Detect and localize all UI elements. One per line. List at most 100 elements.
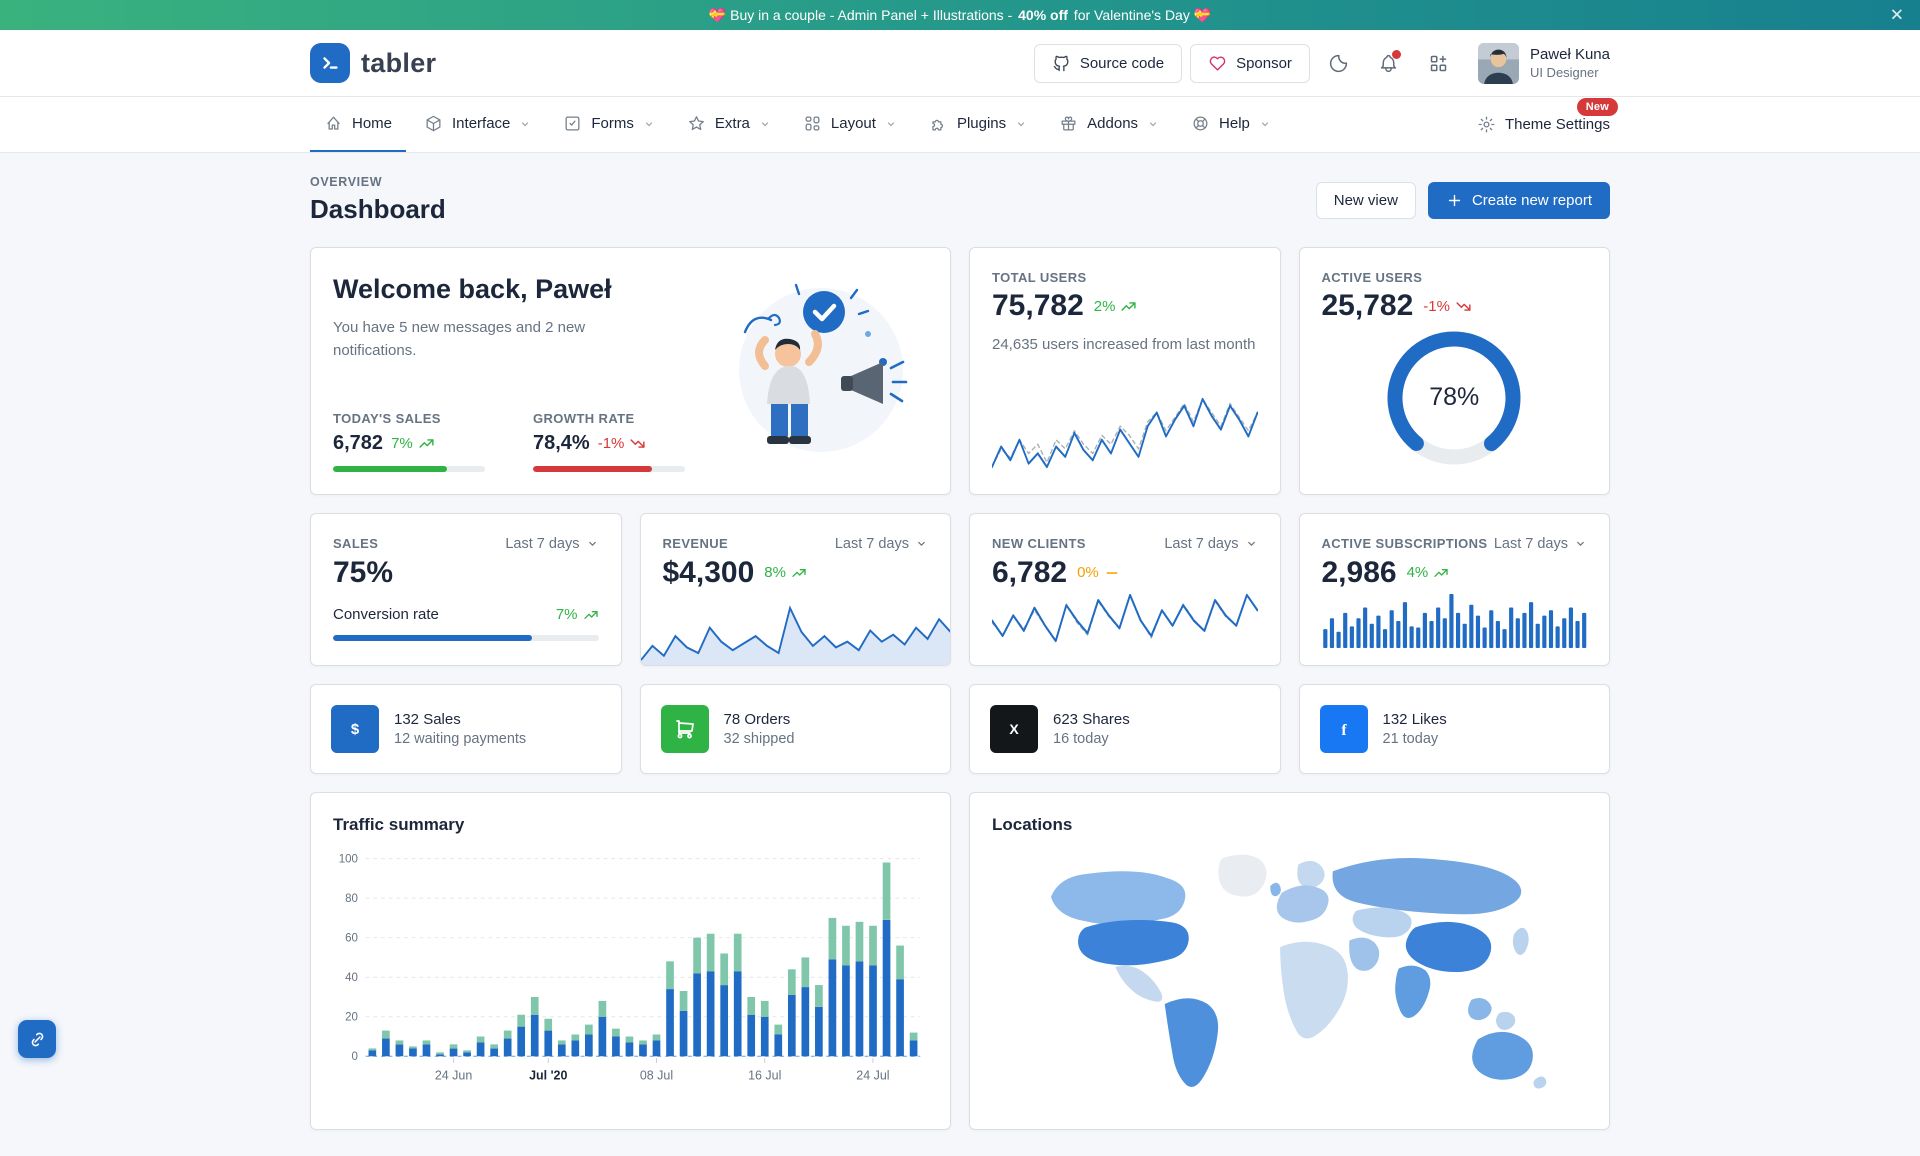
page-content: OVERVIEW Dashboard New view Create new r… xyxy=(286,175,1634,1156)
top-header: tabler Source code Sponsor xyxy=(0,30,1920,97)
trending-up-icon xyxy=(791,565,807,581)
heart-icon xyxy=(1208,54,1227,73)
tabler-logo[interactable]: tabler xyxy=(310,43,436,83)
chevron-down-icon xyxy=(1574,537,1587,550)
user-menu[interactable]: Paweł Kuna UI Designer xyxy=(1478,43,1610,84)
nav-item-forms[interactable]: Forms xyxy=(549,97,669,152)
moon-icon xyxy=(1328,53,1349,74)
new-clients-period-dropdown[interactable]: Last 7 days xyxy=(1164,536,1257,552)
new-view-button[interactable]: New view xyxy=(1316,182,1416,219)
user-name: Paweł Kuna xyxy=(1530,46,1610,63)
svg-text:f: f xyxy=(1341,722,1347,739)
sales-value: 75% xyxy=(333,556,393,591)
todays-sales-value: 6,782 xyxy=(333,432,383,455)
gear-icon xyxy=(1477,115,1496,134)
nav-item-interface[interactable]: Interface xyxy=(410,97,545,152)
chevron-down-icon xyxy=(586,537,599,550)
banner-close-icon[interactable]: ✕ xyxy=(1890,7,1904,24)
new-clients-value: 6,782 xyxy=(992,556,1067,591)
new-clients-sparkline xyxy=(992,590,1258,646)
page-title: Dashboard xyxy=(310,194,446,225)
svg-text:20: 20 xyxy=(345,1011,358,1023)
total-users-description: 24,635 users increased from last month xyxy=(992,334,1258,356)
traffic-bar-chart: 10080604020024 JunJul '2008 Jul16 Jul24 … xyxy=(333,849,928,1093)
subscriptions-period-dropdown[interactable]: Last 7 days xyxy=(1494,536,1587,552)
promo-banner-text: 💝 Buy in a couple - Admin Panel + Illust… xyxy=(709,7,1211,24)
nav-item-plugins[interactable]: Plugins xyxy=(915,97,1041,152)
traffic-summary-title: Traffic summary xyxy=(333,815,928,835)
nav-item-label: Interface xyxy=(452,115,510,132)
checkbox-icon xyxy=(563,114,582,133)
create-new-report-button[interactable]: Create new report xyxy=(1428,182,1610,219)
dark-mode-toggle[interactable] xyxy=(1318,42,1360,84)
stat-subtitle: 16 today xyxy=(1053,731,1130,747)
home-icon xyxy=(324,114,343,133)
subscriptions-value: 2,986 xyxy=(1322,556,1397,591)
world-map[interactable] xyxy=(992,835,1587,1107)
stat-title: 132 Likes xyxy=(1383,711,1447,728)
todays-sales-progress xyxy=(333,466,485,472)
svg-text:60: 60 xyxy=(345,932,358,944)
nav-item-extra[interactable]: Extra xyxy=(673,97,785,152)
grid-add-icon xyxy=(1428,53,1449,74)
nav-item-label: Home xyxy=(352,115,392,132)
currency-dollar-icon: $ xyxy=(331,705,379,753)
active-subscriptions-card: ACTIVE SUBSCRIPTIONS Last 7 days 2,986 4… xyxy=(1299,513,1611,666)
minus-icon xyxy=(1104,565,1120,581)
notifications-button[interactable] xyxy=(1368,42,1410,84)
growth-rate-value: 78,4% xyxy=(533,432,590,455)
stat-subtitle: 12 waiting payments xyxy=(394,731,526,747)
stat-subtitle: 21 today xyxy=(1383,731,1447,747)
gift-icon xyxy=(1059,114,1078,133)
nav-item-layout[interactable]: Layout xyxy=(789,97,911,152)
link-icon xyxy=(28,1030,47,1049)
total-users-sparkline xyxy=(992,394,1258,472)
user-role: UI Designer xyxy=(1530,65,1610,80)
chevron-down-icon xyxy=(519,118,531,130)
lifebuoy-icon xyxy=(1191,114,1210,133)
apps-menu-button[interactable] xyxy=(1418,42,1460,84)
locations-title: Locations xyxy=(992,815,1587,835)
revenue-card: REVENUE Last 7 days $4,300 8% xyxy=(640,513,952,666)
star-icon xyxy=(687,114,706,133)
terminal-logo-icon xyxy=(310,43,350,83)
nav-item-addons[interactable]: Addons xyxy=(1045,97,1173,152)
source-code-label: Source code xyxy=(1080,55,1164,72)
brand-x-icon: X xyxy=(990,705,1038,753)
theme-settings-button[interactable]: New Theme Settings xyxy=(1477,115,1610,134)
layout-icon xyxy=(803,114,822,133)
svg-text:$: $ xyxy=(351,721,360,738)
conversion-progress xyxy=(333,635,599,641)
brand-facebook-icon: f xyxy=(1320,705,1368,753)
active-users-value: 25,782 xyxy=(1322,289,1414,324)
stat-title: 78 Orders xyxy=(724,711,795,728)
source-code-button[interactable]: Source code xyxy=(1034,44,1182,83)
revenue-period-dropdown[interactable]: Last 7 days xyxy=(835,536,928,552)
nav-item-label: Addons xyxy=(1087,115,1138,132)
total-users-value: 75,782 xyxy=(992,289,1084,324)
puzzle-icon xyxy=(929,114,948,133)
revenue-area-chart xyxy=(641,603,951,665)
locations-card: Locations xyxy=(969,792,1610,1130)
page-pretitle: OVERVIEW xyxy=(310,175,446,189)
new-clients-card: NEW CLIENTS Last 7 days 6,782 0% xyxy=(969,513,1281,666)
nav-item-label: Help xyxy=(1219,115,1250,132)
nav-item-label: Forms xyxy=(591,115,634,132)
sales-period-dropdown[interactable]: Last 7 days xyxy=(505,536,598,552)
package-icon xyxy=(424,114,443,133)
svg-text:40: 40 xyxy=(345,972,358,984)
demo-link-button[interactable] xyxy=(18,1020,56,1058)
stat-title: 132 Sales xyxy=(394,711,526,728)
stat-card-623-shares: X 623 Shares 16 today xyxy=(969,684,1281,774)
welcome-illustration xyxy=(703,270,928,472)
chevron-down-icon xyxy=(759,118,771,130)
stat-title: 623 Shares xyxy=(1053,711,1130,728)
trending-up-icon xyxy=(1120,298,1137,315)
svg-text:100: 100 xyxy=(339,853,358,865)
svg-text:X: X xyxy=(1009,721,1019,737)
sponsor-button[interactable]: Sponsor xyxy=(1190,44,1310,83)
nav-item-home[interactable]: Home xyxy=(310,97,406,152)
nav-item-help[interactable]: Help xyxy=(1177,97,1285,152)
stat-card-132-sales: $132 Sales 12 waiting payments xyxy=(310,684,622,774)
chevron-down-icon xyxy=(1015,118,1027,130)
